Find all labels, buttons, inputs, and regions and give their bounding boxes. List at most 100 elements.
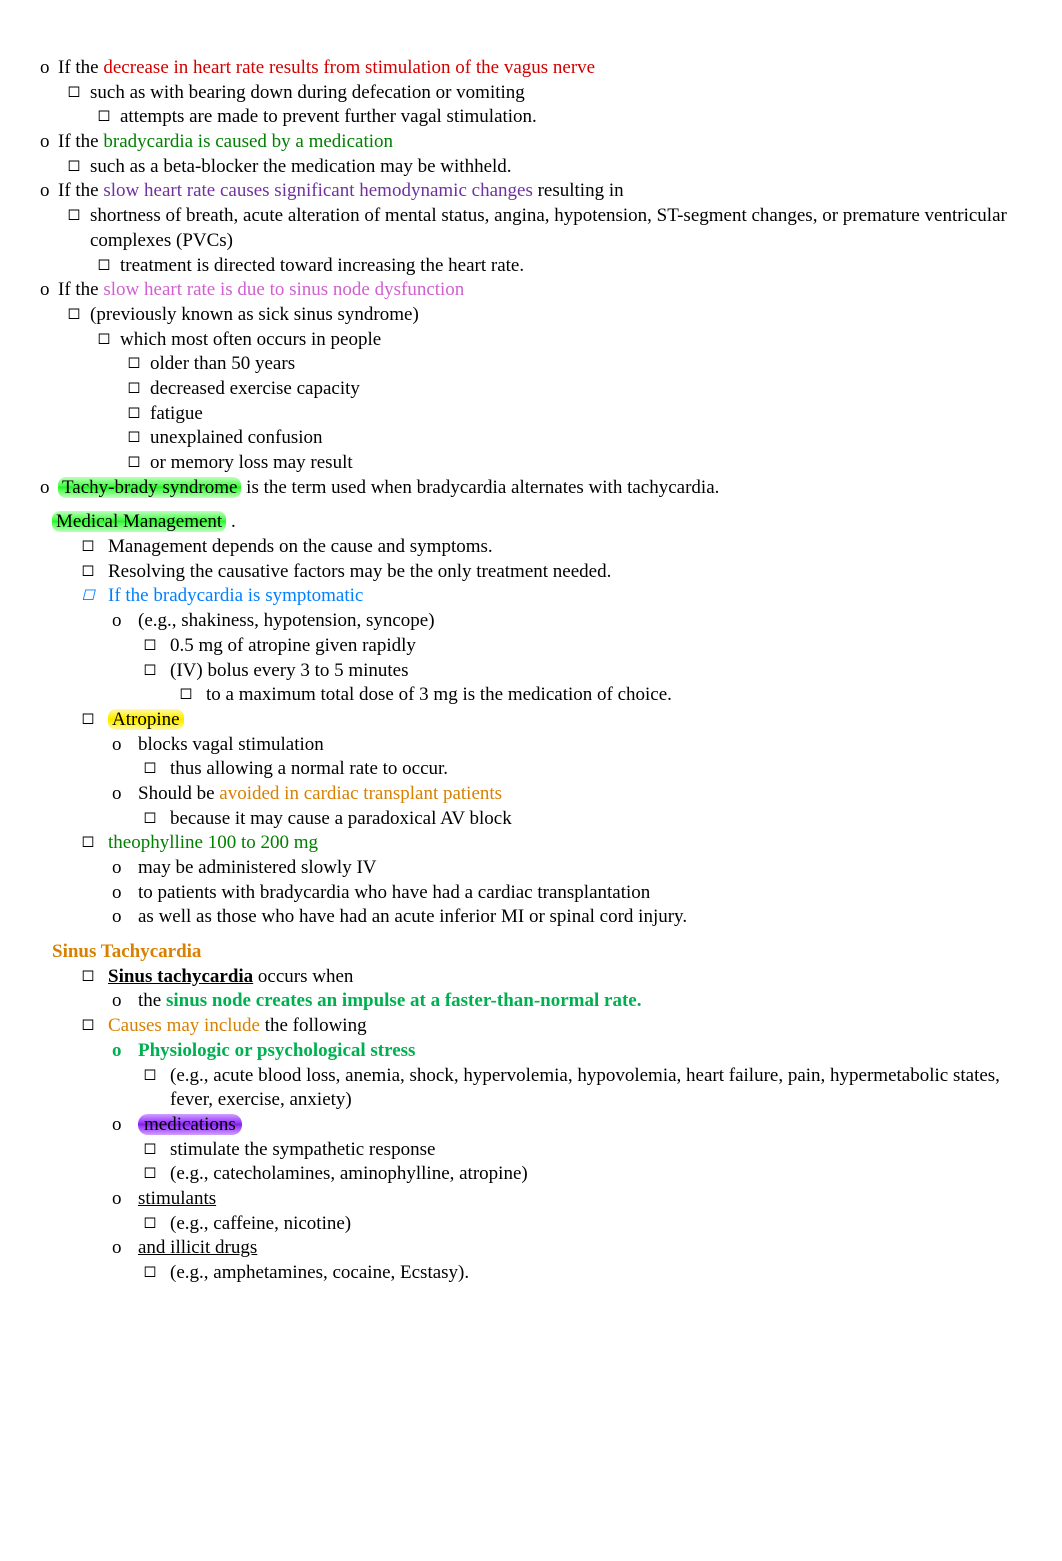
list-item: 🞏 fatigue — [40, 402, 1022, 427]
highlighted-text: medications — [138, 1114, 242, 1135]
text: is the term used when bradycardia altern… — [241, 477, 719, 498]
text: older than 50 years — [150, 352, 1022, 377]
bullet-icon: 🞏 — [82, 535, 108, 557]
bullet-o: o — [112, 1039, 138, 1064]
bullet-icon: 🞏 — [128, 402, 150, 424]
list-item: 🞏 (e.g., catecholamines, aminophylline, … — [40, 1162, 1022, 1187]
text: occurs when — [253, 966, 353, 987]
list-item: 🞏 unexplained confusion — [40, 426, 1022, 451]
bullet-icon: 🞏 — [144, 659, 170, 681]
list-item: o If the decrease in heart rate results … — [40, 56, 1022, 81]
text: resulting in — [533, 180, 624, 201]
bullet-o: o — [112, 1236, 138, 1261]
highlighted-text: Tachy-brady syndrome — [58, 477, 241, 498]
list-item: 🞏 Causes may include the following — [40, 1014, 1022, 1039]
bullet-icon: 🞏 — [128, 377, 150, 399]
text: to patients with bradycardia who have ha… — [138, 881, 1022, 906]
highlighted-text: sinus node creates an impulse at a faste… — [166, 990, 642, 1011]
list-item: o and illicit drugs — [40, 1236, 1022, 1261]
highlighted-text: decrease in heart rate results from stim… — [103, 57, 595, 78]
bullet-icon: 🞏 — [128, 352, 150, 374]
list-item: 🞏 (IV) bolus every 3 to 5 minutes — [40, 659, 1022, 684]
bullet-o: o — [112, 856, 138, 881]
list-item: 🞏 older than 50 years — [40, 352, 1022, 377]
bullet-o: o — [40, 179, 58, 204]
text: which most often occurs in people — [120, 328, 1022, 353]
text: as well as those who have had an acute i… — [138, 905, 1022, 930]
list-item: 🞏 Resolving the causative factors may be… — [40, 560, 1022, 585]
section-heading-row: Medical Management . — [40, 510, 1022, 535]
text: (e.g., amphetamines, cocaine, Ecstasy). — [170, 1261, 1022, 1286]
highlighted-text: slow heart rate causes significant hemod… — [103, 180, 532, 201]
bullet-icon: 🞏 — [98, 105, 120, 127]
bullet-icon: 🞏 — [82, 965, 108, 987]
section-heading-row: Sinus Tachycardia — [40, 940, 1022, 965]
text: such as with bearing down during defecat… — [90, 81, 1022, 106]
text: such as a beta-blocker the medication ma… — [90, 155, 1022, 180]
text: Sinus tachycardia — [108, 966, 253, 987]
list-item: 🞏 such as a beta-blocker the medication … — [40, 155, 1022, 180]
text: may be administered slowly IV — [138, 856, 1022, 881]
list-item: o If the slow heart rate is due to sinus… — [40, 278, 1022, 303]
highlighted-text: bradycardia is caused by a medication — [103, 131, 393, 152]
list-item: 🞏 decreased exercise capacity — [40, 377, 1022, 402]
bullet-icon: 🞏 — [82, 584, 108, 606]
bullet-icon: 🞏 — [68, 155, 90, 177]
text: treatment is directed toward increasing … — [120, 254, 1022, 279]
text: Causes may include — [108, 1015, 265, 1036]
bullet-icon: 🞏 — [144, 1162, 170, 1184]
bullet-o: o — [40, 476, 58, 501]
bullet-o: o — [112, 1187, 138, 1212]
list-item: 🞏 or memory loss may result — [40, 451, 1022, 476]
list-item: o (e.g., shakiness, hypotension, syncope… — [40, 609, 1022, 634]
section-heading: Sinus Tachycardia — [52, 941, 201, 962]
text: (IV) bolus every 3 to 5 minutes — [170, 659, 1022, 684]
text: and illicit drugs — [138, 1236, 1022, 1261]
text: If the — [58, 180, 103, 201]
list-item: 🞏 (e.g., amphetamines, cocaine, Ecstasy)… — [40, 1261, 1022, 1286]
bullet-o: o — [112, 733, 138, 758]
text: Management depends on the cause and symp… — [108, 535, 1022, 560]
text: . — [226, 511, 236, 532]
warning-text: avoided in cardiac transplant patients — [219, 783, 502, 804]
text: decreased exercise capacity — [150, 377, 1022, 402]
list-item: 🞏 (e.g., acute blood loss, anemia, shock… — [40, 1064, 1022, 1113]
text: (previously known as sick sinus syndrome… — [90, 303, 1022, 328]
text: If the — [58, 57, 103, 78]
list-item: 🞏 to a maximum total dose of 3 mg is the… — [40, 683, 1022, 708]
bullet-icon: 🞏 — [82, 1014, 108, 1036]
list-item: o to patients with bradycardia who have … — [40, 881, 1022, 906]
text: Physiologic or psychological stress — [138, 1039, 1022, 1064]
bullet-icon: 🞏 — [68, 204, 90, 226]
text: because it may cause a paradoxical AV bl… — [170, 807, 1022, 832]
list-item: 🞏 shortness of breath, acute alteration … — [40, 204, 1022, 253]
text: 0.5 mg of atropine given rapidly — [170, 634, 1022, 659]
list-item: 🞏 0.5 mg of atropine given rapidly — [40, 634, 1022, 659]
text: stimulants — [138, 1187, 1022, 1212]
list-item: o Should be avoided in cardiac transplan… — [40, 782, 1022, 807]
list-item: o the sinus node creates an impulse at a… — [40, 989, 1022, 1014]
list-item: 🞏 Sinus tachycardia occurs when — [40, 965, 1022, 990]
text: or memory loss may result — [150, 451, 1022, 476]
text: fatigue — [150, 402, 1022, 427]
text: If the bradycardia is symptomatic — [108, 584, 1022, 609]
list-item: 🞏 treatment is directed toward increasin… — [40, 254, 1022, 279]
bullet-o: o — [112, 609, 138, 634]
list-item: o as well as those who have had an acute… — [40, 905, 1022, 930]
text: Should be — [138, 783, 219, 804]
list-item: 🞏 theophylline 100 to 200 mg — [40, 831, 1022, 856]
bullet-o: o — [112, 881, 138, 906]
text: (e.g., shakiness, hypotension, syncope) — [138, 609, 1022, 634]
bullet-icon: 🞏 — [128, 426, 150, 448]
bullet-icon: 🞏 — [82, 560, 108, 582]
text: blocks vagal stimulation — [138, 733, 1022, 758]
bullet-icon: 🞏 — [128, 451, 150, 473]
bullet-icon: 🞏 — [144, 1138, 170, 1160]
bullet-o: o — [40, 278, 58, 303]
bullet-o: o — [112, 905, 138, 930]
list-item: 🞏 attempts are made to prevent further v… — [40, 105, 1022, 130]
highlighted-text: Atropine — [108, 709, 184, 730]
text: shortness of breath, acute alteration of… — [90, 204, 1022, 253]
text: If the — [58, 279, 103, 300]
bullet-o: o — [112, 1113, 138, 1138]
